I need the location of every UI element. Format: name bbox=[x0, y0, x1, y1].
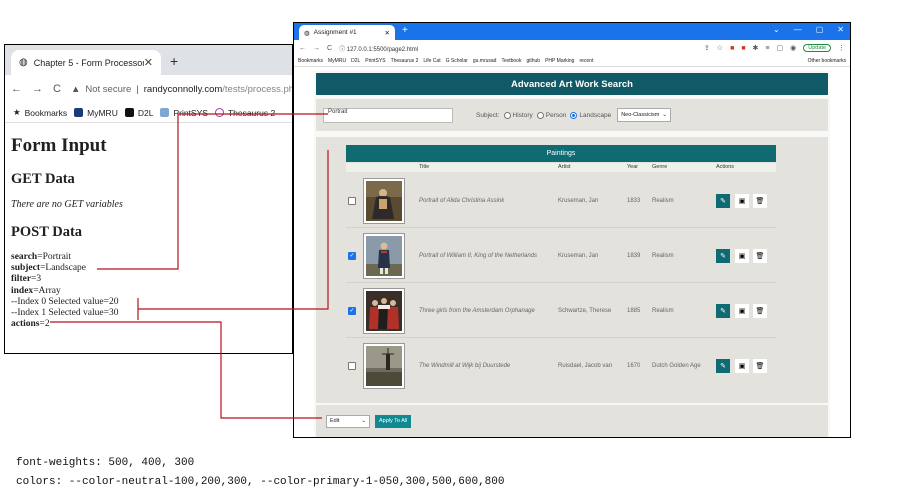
connector-actions bbox=[50, 321, 322, 419]
font-weights-note: font-weights: 500, 400, 300 bbox=[16, 457, 195, 469]
connector-lines bbox=[50, 113, 329, 419]
connector-search bbox=[97, 113, 328, 270]
connector-index bbox=[137, 150, 329, 320]
colors-note: colors: --color-neutral-100,200,300, --c… bbox=[16, 476, 505, 488]
